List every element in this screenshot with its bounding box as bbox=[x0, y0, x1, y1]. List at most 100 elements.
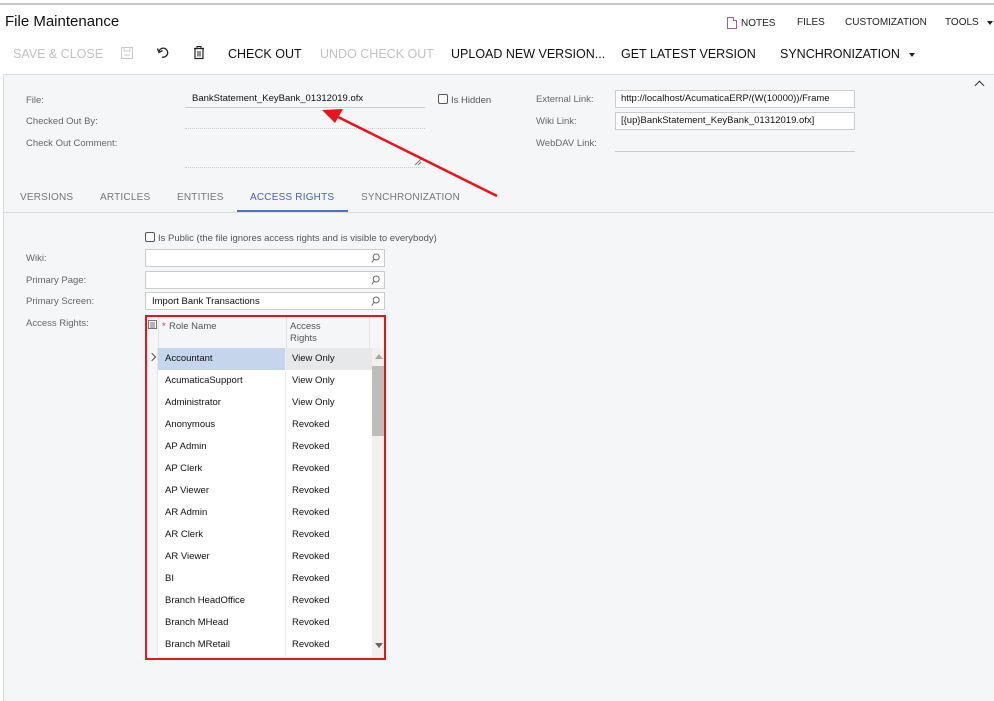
check-out-comment-field[interactable] bbox=[185, 136, 425, 168]
cell-role-name[interactable]: AR Viewer bbox=[158, 546, 286, 568]
row-selector[interactable] bbox=[147, 568, 158, 590]
primary-screen-lookup[interactable]: Import Bank Transactions bbox=[145, 292, 385, 310]
row-selector[interactable] bbox=[147, 634, 158, 656]
table-row[interactable]: AcumaticaSupport View Only bbox=[147, 370, 372, 392]
primary-page-label: Primary Page: bbox=[26, 275, 87, 286]
cell-role-name[interactable]: Branch HeadOffice bbox=[158, 590, 286, 612]
is-public-checkbox[interactable] bbox=[145, 232, 155, 242]
cell-role-name[interactable]: AP Admin bbox=[158, 436, 286, 458]
save-close-button[interactable]: SAVE & CLOSE bbox=[13, 47, 103, 61]
undo-icon[interactable] bbox=[156, 45, 170, 61]
cell-role-name[interactable]: Accountant bbox=[158, 348, 286, 370]
cell-access-rights[interactable]: View Only bbox=[286, 370, 372, 392]
check-out-comment-label: Check Out Comment: bbox=[26, 138, 118, 149]
table-row[interactable]: AR Clerk Revoked bbox=[147, 524, 372, 546]
table-row[interactable]: AP Clerk Revoked bbox=[147, 458, 372, 480]
row-selector[interactable] bbox=[147, 480, 158, 502]
scrollbar-thumb[interactable] bbox=[372, 366, 384, 436]
table-row[interactable]: AR Admin Revoked bbox=[147, 502, 372, 524]
table-row[interactable]: Branch HeadOffice Revoked bbox=[147, 590, 372, 612]
cell-access-rights[interactable]: Revoked bbox=[286, 502, 372, 524]
row-selector[interactable] bbox=[147, 348, 158, 370]
scroll-up-arrow-icon[interactable] bbox=[375, 354, 383, 359]
cell-access-rights[interactable]: Revoked bbox=[286, 546, 372, 568]
cell-role-name[interactable]: AR Admin bbox=[158, 502, 286, 524]
cell-role-name[interactable]: Branch MHead bbox=[158, 612, 286, 634]
customization-button[interactable]: CUSTOMIZATION bbox=[845, 17, 927, 28]
row-selector[interactable] bbox=[147, 612, 158, 634]
cell-role-name[interactable]: BI bbox=[158, 568, 286, 590]
notes-button[interactable]: NOTES bbox=[727, 17, 775, 29]
cell-access-rights[interactable]: Revoked bbox=[286, 458, 372, 480]
row-selector[interactable] bbox=[147, 524, 158, 546]
synchronization-menu[interactable]: SYNCHRONIZATION bbox=[780, 47, 916, 61]
cell-role-name[interactable]: AR Clerk bbox=[158, 524, 286, 546]
cell-access-rights[interactable]: Revoked bbox=[286, 568, 372, 590]
cell-role-name[interactable]: Branch MRetail bbox=[158, 634, 286, 656]
cell-role-name[interactable]: AcumaticaSupport bbox=[158, 370, 286, 392]
tab-access-rights[interactable]: ACCESS RIGHTS bbox=[250, 192, 334, 203]
notes-label: NOTES bbox=[741, 17, 776, 29]
file-field[interactable]: BankStatement_KeyBank_01312019.ofx bbox=[185, 93, 425, 108]
row-selector[interactable] bbox=[147, 590, 158, 612]
table-row[interactable]: Branch MHead Revoked bbox=[147, 612, 372, 634]
tab-entities[interactable]: ENTITIES bbox=[177, 192, 224, 203]
row-selector[interactable] bbox=[147, 458, 158, 480]
cell-access-rights[interactable]: View Only bbox=[286, 392, 372, 414]
files-button[interactable]: FILES bbox=[797, 17, 825, 28]
tab-versions[interactable]: VERSIONS bbox=[20, 192, 73, 203]
scroll-down-arrow-icon[interactable] bbox=[375, 643, 383, 648]
resize-handle-icon[interactable] bbox=[414, 158, 422, 166]
column-settings-icon[interactable] bbox=[148, 320, 157, 329]
table-row[interactable]: AR Viewer Revoked bbox=[147, 546, 372, 568]
row-selector[interactable] bbox=[147, 546, 158, 568]
table-row[interactable]: AP Admin Revoked bbox=[147, 436, 372, 458]
table-row[interactable]: BI Revoked bbox=[147, 568, 372, 590]
table-row[interactable]: Accountant View Only bbox=[147, 348, 372, 370]
row-selector[interactable] bbox=[147, 414, 158, 436]
primary-page-lookup[interactable] bbox=[145, 271, 385, 289]
tab-articles[interactable]: ARTICLES bbox=[100, 192, 150, 203]
search-icon[interactable] bbox=[371, 253, 380, 264]
cell-access-rights[interactable]: Revoked bbox=[286, 480, 372, 502]
row-selector[interactable] bbox=[147, 370, 158, 392]
chevron-down-icon bbox=[909, 52, 916, 57]
table-row[interactable]: Administrator View Only bbox=[147, 392, 372, 414]
wiki-link-input[interactable]: [{up}BankStatement_KeyBank_01312019.ofx] bbox=[615, 112, 855, 130]
trash-icon[interactable] bbox=[192, 45, 206, 61]
webdav-link-label: WebDAV Link: bbox=[536, 138, 597, 149]
column-header-access-rights[interactable]: Access Rights bbox=[290, 321, 340, 345]
table-row[interactable]: Anonymous Revoked bbox=[147, 414, 372, 436]
is-hidden-checkbox[interactable] bbox=[438, 94, 448, 104]
check-out-button[interactable]: CHECK OUT bbox=[228, 47, 302, 61]
search-icon[interactable] bbox=[371, 296, 380, 307]
cell-access-rights[interactable]: Revoked bbox=[286, 524, 372, 546]
tab-synchronization[interactable]: SYNCHRONIZATION bbox=[361, 192, 460, 203]
column-header-role-name[interactable]: Role Name bbox=[169, 321, 217, 332]
row-selector[interactable] bbox=[147, 502, 158, 524]
tab-divider bbox=[3, 212, 994, 213]
get-latest-version-button[interactable]: GET LATEST VERSION bbox=[621, 47, 756, 61]
cell-access-rights[interactable]: Revoked bbox=[286, 436, 372, 458]
cell-role-name[interactable]: AP Viewer bbox=[158, 480, 286, 502]
cell-role-name[interactable]: AP Clerk bbox=[158, 458, 286, 480]
undo-check-out-button[interactable]: UNDO CHECK OUT bbox=[320, 47, 434, 61]
table-row[interactable]: Branch MRetail Revoked bbox=[147, 634, 372, 656]
search-icon[interactable] bbox=[371, 275, 380, 286]
cell-access-rights[interactable]: Revoked bbox=[286, 634, 372, 656]
cell-access-rights[interactable]: Revoked bbox=[286, 590, 372, 612]
cell-access-rights[interactable]: Revoked bbox=[286, 612, 372, 634]
cell-access-rights[interactable]: Revoked bbox=[286, 414, 372, 436]
row-selector[interactable] bbox=[147, 392, 158, 414]
wiki-lookup[interactable] bbox=[145, 249, 385, 267]
table-row[interactable]: AP Viewer Revoked bbox=[147, 480, 372, 502]
cell-access-rights[interactable]: View Only bbox=[286, 348, 372, 370]
cell-role-name[interactable]: Anonymous bbox=[158, 414, 286, 436]
tools-menu[interactable]: TOOLS bbox=[945, 17, 993, 28]
upload-new-version-button[interactable]: UPLOAD NEW VERSION... bbox=[451, 47, 605, 61]
save-icon[interactable] bbox=[120, 45, 134, 61]
row-selector[interactable] bbox=[147, 436, 158, 458]
cell-role-name[interactable]: Administrator bbox=[158, 392, 286, 414]
grid-scrollbar[interactable] bbox=[372, 348, 384, 658]
external-link-input[interactable]: http://localhost/AcumaticaERP/(W(10000))… bbox=[615, 90, 855, 108]
